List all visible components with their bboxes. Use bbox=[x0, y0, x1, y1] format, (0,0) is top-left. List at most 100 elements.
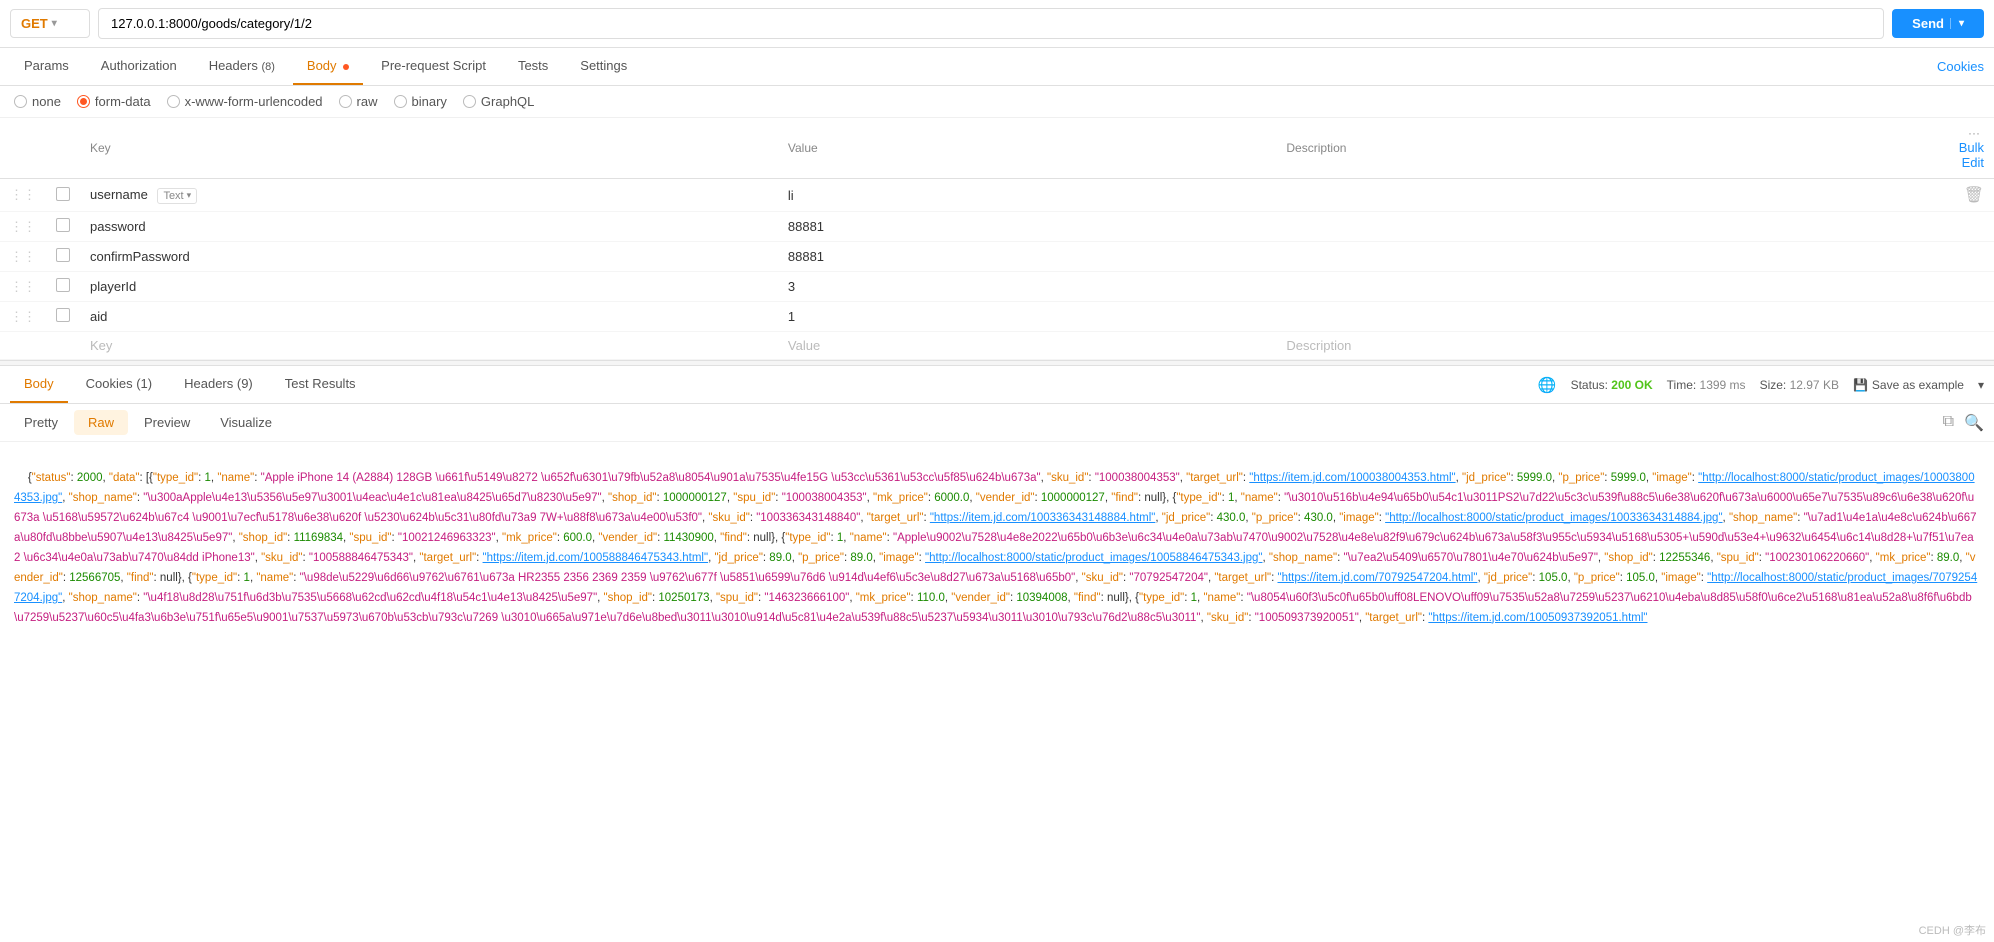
response-actions: ⧉ 🔍 bbox=[1943, 413, 1984, 433]
send-label: Send bbox=[1912, 16, 1944, 31]
resp-tab-headers[interactable]: Headers (9) bbox=[170, 366, 267, 403]
key-cell[interactable]: aid bbox=[80, 302, 778, 332]
table-row: ⋮⋮ playerId 3 bbox=[0, 272, 1994, 302]
check-col-header bbox=[46, 118, 80, 179]
response-text: {"status": 2000, "data": [{"type_id": 1,… bbox=[14, 472, 1977, 624]
headers-badge: (8) bbox=[261, 61, 274, 73]
tab-settings[interactable]: Settings bbox=[566, 48, 641, 85]
actions-cell-empty bbox=[1944, 332, 1994, 360]
value-cell[interactable]: 3 bbox=[778, 272, 1277, 302]
desc-cell[interactable] bbox=[1276, 272, 1944, 302]
search-icon[interactable]: 🔍 bbox=[1964, 413, 1984, 433]
value-text: 88881 bbox=[788, 219, 824, 234]
tab-params[interactable]: Params bbox=[10, 48, 83, 85]
key-cell[interactable]: password bbox=[80, 212, 778, 242]
cookies-link[interactable]: Cookies bbox=[1937, 59, 1984, 74]
row-checkbox[interactable] bbox=[46, 242, 80, 272]
type-label: Text bbox=[163, 190, 183, 202]
body-type-graphql[interactable]: GraphQL bbox=[463, 94, 534, 109]
size-label: Size: 12.97 KB bbox=[1760, 378, 1839, 392]
value-cell[interactable]: 1 bbox=[778, 302, 1277, 332]
delete-icon[interactable]: 🗑 bbox=[1964, 187, 1984, 204]
resp-tab-body[interactable]: Body bbox=[10, 366, 68, 403]
actions-col-header: ··· Bulk Edit bbox=[1944, 118, 1994, 179]
url-input[interactable] bbox=[98, 8, 1884, 39]
key-cell[interactable]: username Text ▾ bbox=[80, 179, 778, 212]
key-placeholder: Key bbox=[90, 338, 112, 353]
radio-none-circle bbox=[14, 95, 27, 108]
send-button[interactable]: Send ▾ bbox=[1892, 9, 1984, 38]
body-type-binary[interactable]: binary bbox=[394, 94, 447, 109]
response-body: {"status": 2000, "data": [{"type_id": 1,… bbox=[0, 442, 1994, 637]
actions-cell bbox=[1944, 212, 1994, 242]
copy-icon[interactable]: ⧉ bbox=[1943, 413, 1954, 433]
resp-tab-cookies[interactable]: Cookies (1) bbox=[72, 366, 166, 403]
tab-headers[interactable]: Headers (8) bbox=[195, 48, 289, 85]
tab-authorization[interactable]: Authorization bbox=[87, 48, 191, 85]
actions-cell bbox=[1944, 242, 1994, 272]
body-type-raw[interactable]: raw bbox=[339, 94, 378, 109]
value-col-header: Value bbox=[778, 118, 1277, 179]
method-selector[interactable]: GET ▾ bbox=[10, 9, 90, 38]
body-type-form-data[interactable]: form-data bbox=[77, 94, 151, 109]
size-value: 12.97 KB bbox=[1790, 378, 1839, 392]
table-row: ⋮⋮ username Text ▾ li 🗑 bbox=[0, 179, 1994, 212]
time-value: 1399 ms bbox=[1700, 378, 1746, 392]
row-checkbox[interactable] bbox=[46, 212, 80, 242]
dots-menu[interactable]: ··· bbox=[1968, 126, 1980, 140]
table-row-empty: Key Value Description bbox=[0, 332, 1994, 360]
desc-cell-empty[interactable]: Description bbox=[1276, 332, 1944, 360]
type-badge[interactable]: Text ▾ bbox=[157, 188, 197, 204]
value-cell[interactable]: 88881 bbox=[778, 212, 1277, 242]
body-dot bbox=[343, 64, 349, 70]
body-type-none[interactable]: none bbox=[14, 94, 61, 109]
desc-cell[interactable] bbox=[1276, 212, 1944, 242]
key-value: confirmPassword bbox=[90, 249, 190, 264]
tab-pre-request-script[interactable]: Pre-request Script bbox=[367, 48, 500, 85]
row-checkbox[interactable] bbox=[46, 302, 80, 332]
value-text: 88881 bbox=[788, 249, 824, 264]
status-label: Status: 200 OK bbox=[1571, 378, 1653, 392]
resp-subtab-visualize[interactable]: Visualize bbox=[206, 410, 286, 435]
desc-cell[interactable] bbox=[1276, 302, 1944, 332]
row-checkbox[interactable] bbox=[46, 179, 80, 212]
resp-subtab-pretty[interactable]: Pretty bbox=[10, 410, 72, 435]
time-label: Time: 1399 ms bbox=[1667, 378, 1746, 392]
key-value: password bbox=[90, 219, 146, 234]
save-example-label: Save as example bbox=[1872, 378, 1964, 392]
actions-cell bbox=[1944, 272, 1994, 302]
row-checkbox[interactable] bbox=[46, 272, 80, 302]
key-cell[interactable]: playerId bbox=[80, 272, 778, 302]
tab-tests[interactable]: Tests bbox=[504, 48, 562, 85]
resp-tab-test-results[interactable]: Test Results bbox=[271, 366, 370, 403]
key-cell[interactable]: confirmPassword bbox=[80, 242, 778, 272]
save-example-button[interactable]: 💾 Save as example bbox=[1853, 378, 1964, 392]
drag-handle: ⋮⋮ bbox=[0, 302, 46, 332]
table-row: ⋮⋮ aid 1 bbox=[0, 302, 1994, 332]
value-cell[interactable]: 88881 bbox=[778, 242, 1277, 272]
resp-subtab-preview[interactable]: Preview bbox=[130, 410, 204, 435]
send-chevron-icon: ▾ bbox=[1950, 18, 1964, 29]
body-type-urlencoded[interactable]: x-www-form-urlencoded bbox=[167, 94, 323, 109]
status-value: 200 OK bbox=[1611, 378, 1652, 392]
watermark: CEDH @李布 bbox=[1919, 922, 1986, 938]
expand-icon[interactable]: ▾ bbox=[1978, 378, 1984, 392]
method-value: GET bbox=[21, 16, 48, 31]
drag-col-header bbox=[0, 118, 46, 179]
body-type-row: none form-data x-www-form-urlencoded raw… bbox=[0, 86, 1994, 118]
value-cell[interactable]: li bbox=[778, 179, 1277, 212]
drag-handle: ⋮⋮ bbox=[0, 242, 46, 272]
key-col-header: Key bbox=[80, 118, 778, 179]
response-subtabs: Pretty Raw Preview Visualize ⧉ 🔍 bbox=[0, 404, 1994, 442]
params-table: Key Value Description ··· Bulk Edit ⋮⋮ u… bbox=[0, 118, 1994, 360]
key-cell-empty[interactable]: Key bbox=[80, 332, 778, 360]
drag-handle: ⋮⋮ bbox=[0, 179, 46, 212]
globe-icon[interactable]: 🌐 bbox=[1538, 376, 1557, 394]
tab-body[interactable]: Body bbox=[293, 48, 363, 85]
resp-subtab-raw[interactable]: Raw bbox=[74, 410, 128, 435]
desc-cell[interactable] bbox=[1276, 179, 1944, 212]
actions-cell bbox=[1944, 302, 1994, 332]
bulk-edit-link[interactable]: Bulk Edit bbox=[1959, 140, 1984, 170]
value-cell-empty[interactable]: Value bbox=[778, 332, 1277, 360]
desc-cell[interactable] bbox=[1276, 242, 1944, 272]
